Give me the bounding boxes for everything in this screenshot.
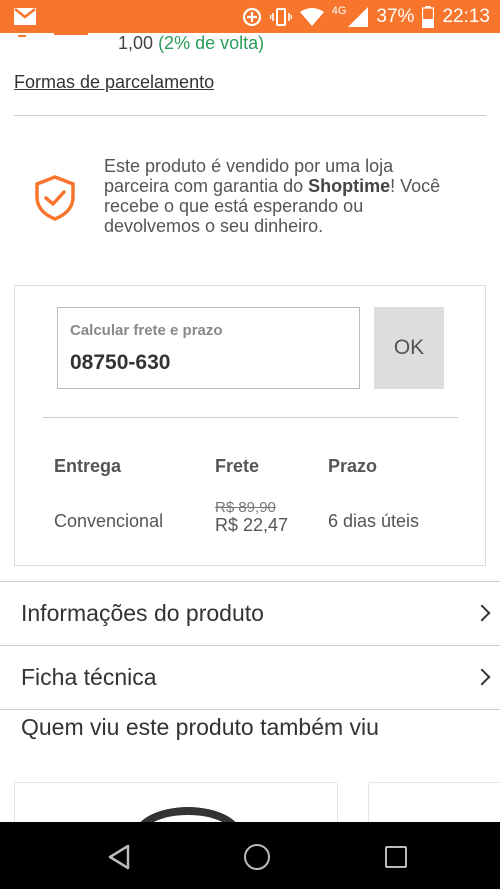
guarantee-brand: Shoptime	[308, 176, 391, 196]
data-saver-icon	[242, 7, 261, 26]
header-deadline: Prazo	[328, 456, 378, 476]
cashback-text: 1,00 (2% de volta)	[118, 33, 264, 54]
installments-link[interactable]: Formas de parcelamento	[14, 72, 214, 93]
card-icon	[54, 25, 88, 35]
battery-percent: 37%	[376, 5, 415, 27]
divider	[14, 115, 486, 116]
chevron-icon	[18, 31, 26, 37]
recent-apps-icon[interactable]	[385, 846, 407, 868]
delivery-deadline: 6 dias úteis	[328, 511, 420, 531]
cashback-amount: 1,00	[118, 33, 154, 53]
network-type: 4G	[331, 4, 347, 17]
divider	[43, 417, 458, 418]
guarantee-text: Este produto é vendido por uma loja parc…	[104, 156, 444, 236]
tech-sheet-section[interactable]: Ficha técnica	[0, 645, 500, 709]
vibrate-icon	[269, 7, 292, 26]
chevron-right-icon	[473, 604, 491, 622]
chevron-right-icon	[473, 668, 491, 686]
gmail-icon	[14, 8, 36, 25]
cashback-icon	[14, 25, 88, 37]
related-products-title: Quem viu este produto também viu	[21, 714, 379, 740]
freight-price: R$ 22,47	[215, 515, 289, 535]
product-info-section[interactable]: Informações do produto	[0, 581, 500, 645]
product-info-label: Informações do produto	[21, 599, 264, 626]
cep-input[interactable]: Calcular frete e prazo 08750-630	[57, 307, 360, 389]
header-freight: Frete	[215, 456, 260, 476]
battery-icon	[422, 5, 435, 28]
wifi-icon	[299, 7, 324, 26]
back-icon[interactable]	[107, 844, 131, 870]
divider	[0, 709, 500, 710]
tech-sheet-label: Ficha técnica	[21, 663, 157, 690]
shipping-calculator: Calcular frete e prazo 08750-630 OK Entr…	[14, 285, 486, 566]
signal-icon	[348, 6, 369, 27]
shield-check-icon	[35, 175, 75, 221]
header-delivery: Entrega	[54, 456, 122, 476]
old-price: R$ 89,90	[215, 499, 276, 516]
cep-value[interactable]: 08750-630	[70, 351, 170, 375]
ok-button[interactable]: OK	[374, 307, 444, 389]
cep-label: Calcular frete e prazo	[70, 322, 223, 339]
clock: 22:13	[442, 5, 490, 27]
cashback-percent: (2% de volta)	[158, 33, 265, 53]
navigation-bar	[0, 822, 500, 889]
home-icon[interactable]	[244, 844, 270, 870]
delivery-type: Convencional	[54, 511, 164, 531]
